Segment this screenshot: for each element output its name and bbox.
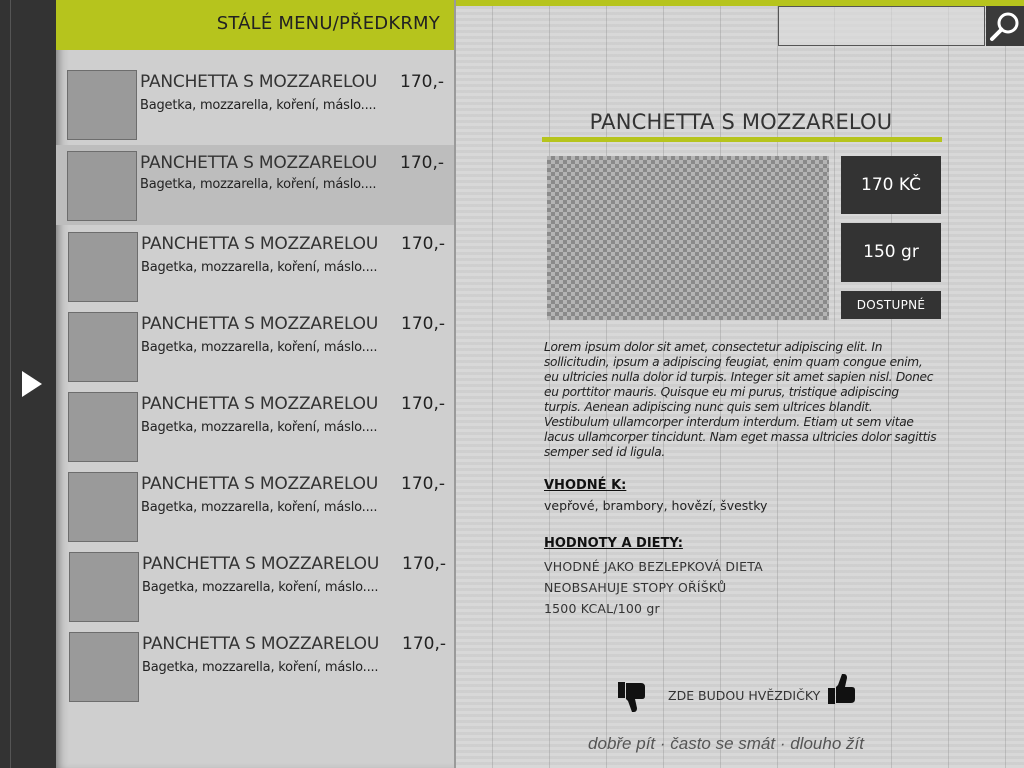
diet-heading: HODNOTY A DIETY: (544, 536, 683, 551)
dish-photo-placeholder (547, 156, 829, 320)
item-price: 170,- (401, 234, 445, 254)
weight-tag: 150 gr (841, 223, 941, 282)
item-thumbnail (67, 151, 137, 221)
item-name: PANCHETTA S MOZZARELOU (141, 394, 379, 414)
item-price: 170,- (402, 554, 446, 574)
item-price: 170,- (400, 72, 444, 92)
diet-line: 1500 KCAL/100 gr (544, 601, 660, 616)
item-description: Bagetka, mozzarella, koření, máslo.... (142, 580, 379, 595)
item-name: PANCHETTA S MOZZARELOU (142, 554, 380, 574)
item-thumbnail (68, 472, 138, 542)
menu-item[interactable]: PANCHETTA S MOZZARELOU 170,- Bagetka, mo… (56, 382, 454, 462)
menu-item[interactable]: PANCHETTA S MOZZARELOU 170,- Bagetka, mo… (56, 622, 454, 702)
item-thumbnail (68, 232, 138, 302)
title-underline (542, 137, 942, 142)
suits-value: vepřové, brambory, hovězí, švestky (544, 498, 768, 513)
item-price: 170,- (401, 474, 445, 494)
thumbs-down-icon[interactable] (616, 680, 650, 714)
item-thumbnail (69, 632, 139, 702)
rail-divider (10, 0, 11, 768)
item-name: PANCHETTA S MOZZARELOU (141, 474, 379, 494)
item-thumbnail (69, 552, 139, 622)
dish-title: PANCHETTA S MOZZARELOU (589, 110, 893, 134)
play-arrow-icon[interactable] (22, 371, 42, 397)
suits-heading: VHODNÉ K: (544, 478, 627, 493)
side-rail (0, 0, 56, 768)
item-description: Bagetka, mozzarella, koření, máslo.... (141, 260, 378, 275)
item-description: Bagetka, mozzarella, koření, máslo.... (140, 177, 377, 192)
footer-motto: dobře pít · často se smát · dlouho žít (588, 734, 864, 753)
item-thumbnail (68, 392, 138, 462)
item-price: 170,- (401, 314, 445, 334)
item-description: Bagetka, mozzarella, koření, máslo.... (141, 500, 378, 515)
menu-item-selected[interactable]: PANCHETTA S MOZZARELOU 170,- Bagetka, mo… (56, 145, 454, 225)
menu-item[interactable]: PANCHETTA S MOZZARELOU 170,- Bagetka, mo… (56, 60, 454, 140)
item-thumbnail (67, 70, 137, 140)
item-name: PANCHETTA S MOZZARELOU (141, 234, 379, 254)
thumbs-up-icon[interactable] (826, 672, 860, 706)
menu-item[interactable]: PANCHETTA S MOZZARELOU 170,- Bagetka, mo… (56, 542, 454, 622)
item-name: PANCHETTA S MOZZARELOU (140, 72, 378, 92)
item-description: Bagetka, mozzarella, koření, máslo.... (140, 98, 377, 113)
diet-line: NEOBSAHUJE STOPY OŘÍŠKŮ (544, 580, 727, 595)
item-description: Bagetka, mozzarella, koření, máslo.... (141, 340, 378, 355)
rating-placeholder: ZDE BUDOU HVĚZDIČKY (668, 688, 821, 703)
item-price: 170,- (402, 634, 446, 654)
diet-line: VHODNÉ JAKO BEZLEPKOVÁ DIETA (544, 559, 763, 574)
menu-panel: STÁLÉ MENU/PŘEDKRMY PANCHETTA S MOZZAREL… (56, 0, 454, 768)
item-thumbnail (68, 312, 138, 382)
menu-item[interactable]: PANCHETTA S MOZZARELOU 170,- Bagetka, mo… (56, 222, 454, 302)
detail-pane: PANCHETTA S MOZZARELOU 170 KČ 150 gr DOS… (454, 0, 1024, 768)
item-name: PANCHETTA S MOZZARELOU (140, 153, 378, 173)
search-icon[interactable] (986, 6, 1024, 46)
menu-item[interactable]: PANCHETTA S MOZZARELOU 170,- Bagetka, mo… (56, 302, 454, 382)
item-name: PANCHETTA S MOZZARELOU (141, 314, 379, 334)
availability-badge: DOSTUPNÉ (841, 291, 941, 319)
item-name: PANCHETTA S MOZZARELOU (142, 634, 380, 654)
price-tag: 170 KČ (841, 156, 941, 214)
search-input[interactable] (778, 6, 985, 46)
menu-header: STÁLÉ MENU/PŘEDKRMY (56, 0, 454, 50)
item-price: 170,- (401, 394, 445, 414)
menu-item[interactable]: PANCHETTA S MOZZARELOU 170,- Bagetka, mo… (56, 462, 454, 542)
item-description: Bagetka, mozzarella, koření, máslo.... (142, 660, 379, 675)
menu-title: STÁLÉ MENU/PŘEDKRMY (216, 13, 440, 34)
dish-description: Lorem ipsum dolor sit amet, consectetur … (544, 340, 937, 459)
item-price: 170,- (400, 153, 444, 173)
item-description: Bagetka, mozzarella, koření, máslo.... (141, 420, 378, 435)
